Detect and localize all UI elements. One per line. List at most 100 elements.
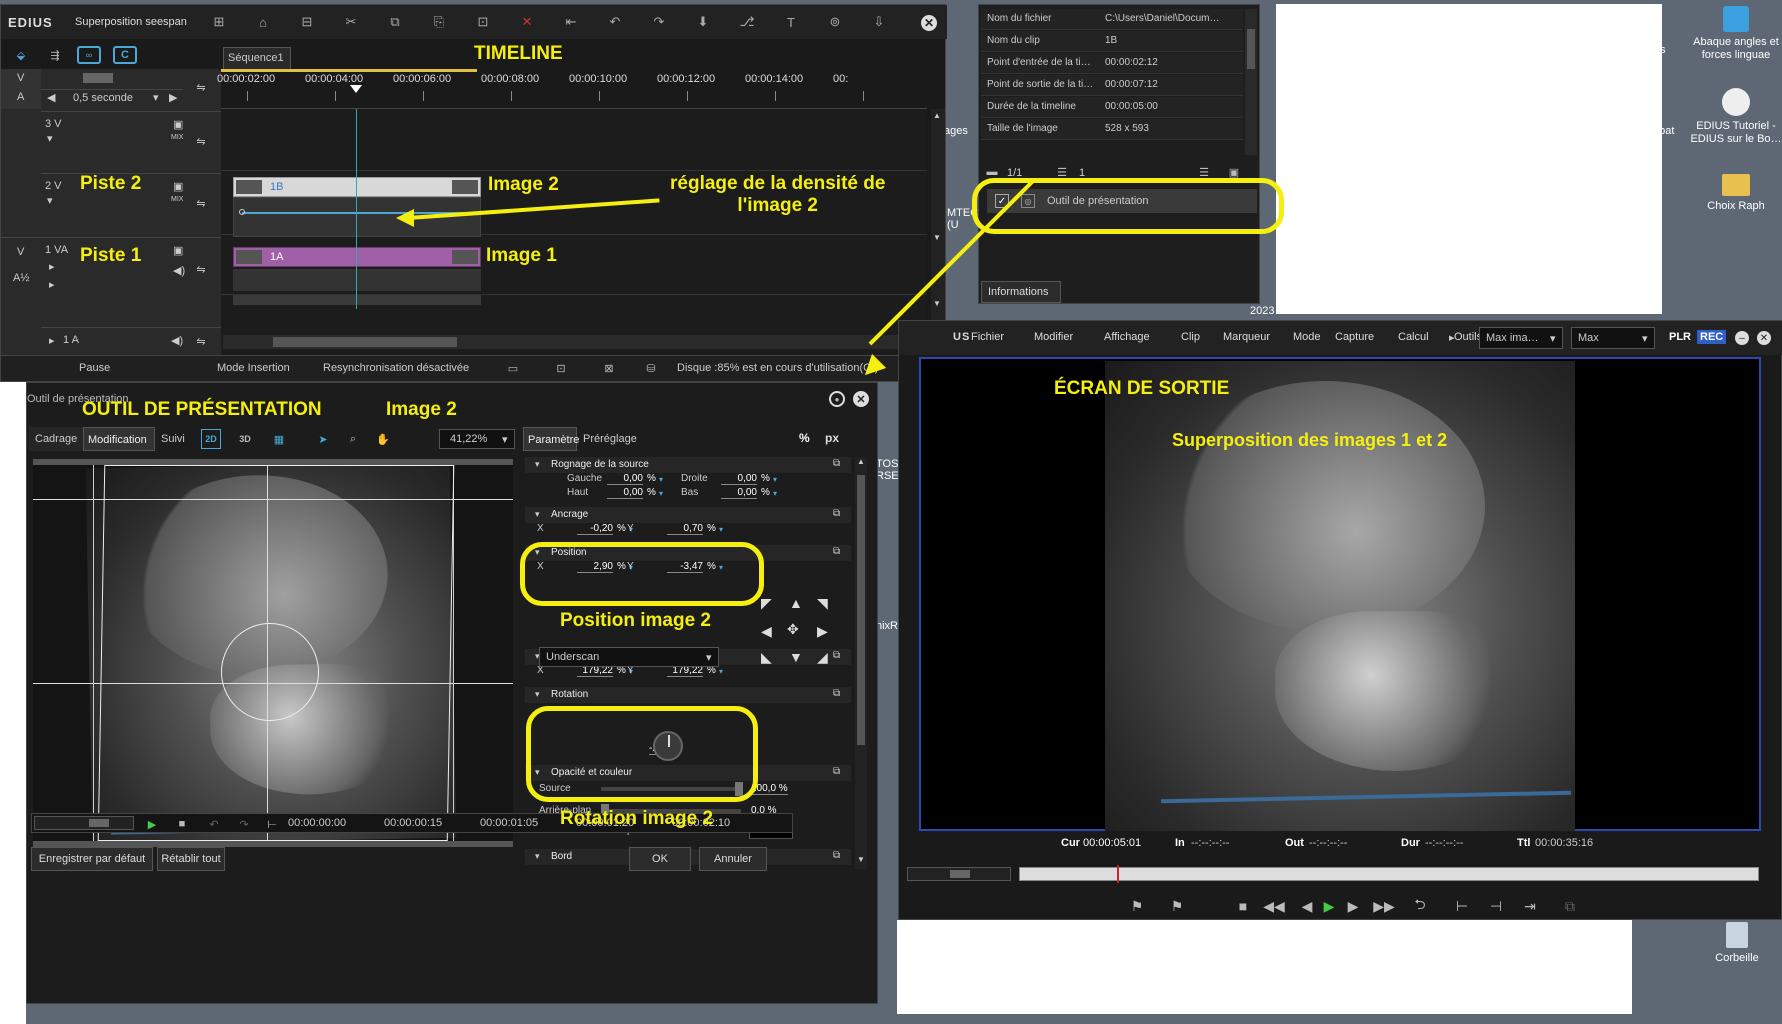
crop-top-field[interactable]: 0,00 bbox=[607, 487, 643, 499]
overwrite-icon[interactable]: ⊣ bbox=[1485, 897, 1507, 915]
anchor-x-field[interactable]: -0,20 bbox=[577, 523, 613, 535]
scrub-playhead[interactable] bbox=[1117, 865, 1119, 883]
nudge-left-icon[interactable]: ◀ bbox=[761, 623, 772, 640]
spin-icon[interactable]: ▾ bbox=[773, 475, 777, 484]
unit-percent-toggle[interactable]: % bbox=[799, 431, 810, 445]
list-icon[interactable]: ☰ bbox=[1055, 165, 1069, 179]
ok-button[interactable]: OK bbox=[629, 847, 691, 871]
nudge-up-icon[interactable]: ▲ bbox=[789, 595, 803, 611]
spin-icon[interactable]: ▾ bbox=[719, 525, 723, 534]
spin-icon[interactable]: ▾ bbox=[659, 489, 663, 498]
open-icon[interactable]: ⌂ bbox=[251, 13, 275, 31]
desktop-icon-corbeille[interactable]: Corbeille bbox=[1702, 922, 1772, 964]
track-header-1a[interactable]: ▸ 1 A ◀) ⇋ bbox=[41, 327, 221, 351]
stop-icon[interactable]: ■ bbox=[174, 816, 190, 832]
expand-icon[interactable]: ⧉ bbox=[833, 508, 840, 519]
menu-item-affichage[interactable]: Affichage bbox=[1104, 331, 1150, 343]
sync-icon[interactable]: ⇋ bbox=[189, 77, 213, 97]
center-icon[interactable]: ✥ bbox=[787, 621, 799, 638]
rewind-icon[interactable]: ◀◀ bbox=[1263, 897, 1285, 915]
tab-cadrage[interactable]: Cadrage bbox=[29, 427, 83, 451]
expand-icon[interactable]: ⧉ bbox=[833, 850, 840, 861]
plr-label[interactable]: PLR bbox=[1669, 331, 1691, 343]
zoom-control[interactable]: ◀ 0,5 seconde ▾ ▶ bbox=[41, 89, 183, 107]
tab-modification[interactable]: Modification bbox=[83, 427, 155, 451]
menu-item-clip[interactable]: Clip bbox=[1181, 331, 1200, 343]
mark-in-icon[interactable]: ⚑ bbox=[1127, 897, 1147, 915]
sequence-tab[interactable]: Séquence1 bbox=[223, 47, 291, 69]
fit-select[interactable]: Underscan ▾ bbox=[539, 647, 719, 667]
menu-item-marqueur[interactable]: Marqueur bbox=[1223, 331, 1270, 343]
nudge-down-icon[interactable]: ▼ bbox=[789, 649, 803, 665]
player-scrub-bar[interactable] bbox=[907, 865, 1773, 883]
desktop-icon-edius-tutoriel[interactable]: EDIUS Tutoriel - EDIUS sur le Bo… bbox=[1690, 88, 1782, 146]
stop-icon[interactable]: ■ bbox=[1233, 897, 1253, 915]
sync-icon[interactable]: ⇋ bbox=[189, 132, 213, 150]
step-forward-icon[interactable]: ▶ bbox=[1343, 897, 1363, 915]
step-back-icon[interactable]: ◀ bbox=[1297, 897, 1317, 915]
minimize-icon[interactable]: – bbox=[1735, 331, 1749, 345]
save-default-button[interactable]: Enregistrer par défaut bbox=[31, 847, 153, 871]
spin-icon[interactable]: ▾ bbox=[719, 667, 723, 676]
expand-icon[interactable]: ⧉ bbox=[833, 766, 840, 777]
play-icon[interactable]: ▶ bbox=[1319, 897, 1339, 915]
grid-icon[interactable]: ▦ bbox=[269, 429, 289, 449]
vertical-scrollbar[interactable]: ▲ ▼ ▼ bbox=[931, 109, 945, 329]
quality-select[interactable]: Max ima… ▾ bbox=[1479, 327, 1563, 349]
nudge-down-left-icon[interactable]: ◣ bbox=[761, 649, 772, 666]
render-icon[interactable]: ⬇ bbox=[691, 13, 715, 31]
keyframe-icon[interactable]: ⊢ bbox=[264, 816, 280, 832]
reset-all-button[interactable]: Rétablir tout bbox=[157, 847, 225, 871]
settings-icon[interactable]: ● bbox=[829, 391, 845, 407]
link-mode-icon[interactable]: ∞ bbox=[77, 46, 101, 64]
add-track-icon[interactable]: ⊞ bbox=[207, 13, 231, 31]
group-mode-icon[interactable]: C bbox=[113, 46, 137, 64]
anchor-y-field[interactable]: 0,70 bbox=[667, 523, 703, 535]
tab-preglage[interactable]: Préréglage bbox=[577, 427, 639, 451]
rec-label[interactable]: REC bbox=[1697, 330, 1727, 344]
sync-icon[interactable]: ⇋ bbox=[189, 194, 213, 212]
nudge-up-right-icon[interactable]: ◥ bbox=[817, 595, 828, 612]
expand-icon[interactable]: ⧉ bbox=[833, 458, 840, 469]
quality-select[interactable]: Max ▾ bbox=[1571, 327, 1655, 349]
nudge-right-icon[interactable]: ▶ bbox=[817, 623, 828, 640]
section-crop[interactable]: ▾ Rognage de la source ⧉ bbox=[525, 457, 851, 473]
playhead-marker[interactable] bbox=[350, 85, 362, 93]
crop-left-field[interactable]: 0,00 bbox=[607, 473, 643, 485]
capture-icon[interactable]: ⊚ bbox=[823, 13, 847, 31]
clip-1a[interactable]: 1A bbox=[233, 247, 481, 267]
paste-icon[interactable]: ⎘ bbox=[427, 13, 451, 31]
spin-icon[interactable]: ▾ bbox=[659, 475, 663, 484]
render-icon[interactable]: ⊠ bbox=[601, 361, 617, 375]
split-icon[interactable]: ⎇ bbox=[735, 13, 759, 31]
sync-icon[interactable]: ⇋ bbox=[189, 332, 213, 350]
crop-bottom-field[interactable]: 0,00 bbox=[721, 487, 757, 499]
ripple-icon[interactable]: ⇤ bbox=[559, 13, 583, 31]
close-icon[interactable]: ✕ bbox=[853, 391, 869, 407]
play-icon[interactable]: ▶ bbox=[144, 816, 160, 832]
menu-item-calcul[interactable]: Calcul bbox=[1398, 331, 1429, 343]
insert-icon[interactable]: ⊢ bbox=[1451, 897, 1473, 915]
replace-icon[interactable]: ⊡ bbox=[471, 13, 495, 31]
section-anchor[interactable]: ▾ Ancrage ⧉ bbox=[525, 507, 851, 523]
zoom-tool-icon[interactable]: ⌕ bbox=[343, 429, 363, 449]
hand-tool-icon[interactable]: ✋ bbox=[373, 429, 393, 449]
expand-icon[interactable]: ⧉ bbox=[833, 546, 840, 557]
delete-icon[interactable]: ▣ bbox=[1227, 165, 1241, 179]
mode-2d-button[interactable]: 2D bbox=[201, 429, 221, 449]
expand-icon[interactable]: ⧉ bbox=[833, 688, 840, 699]
spin-icon[interactable]: ▾ bbox=[773, 489, 777, 498]
close-icon[interactable]: ✕ bbox=[921, 15, 937, 31]
timeline-ruler[interactable]: 00:00:02:00 00:00:04:00 00:00:06:00 00:00:0… bbox=[217, 69, 927, 109]
mode-3d-button[interactable]: 3D bbox=[235, 429, 255, 449]
nudge-arrows[interactable]: ◤ ▲ ◥ ◀ ✥ ▶ ◣ ▼ ◢ bbox=[759, 595, 839, 675]
menu-item-fichier[interactable]: Fichier bbox=[971, 331, 1004, 343]
export-icon[interactable]: ⇩ bbox=[867, 13, 891, 31]
fast-forward-icon[interactable]: ▶▶ bbox=[1373, 897, 1395, 915]
cancel-button[interactable]: Annuler bbox=[699, 847, 767, 871]
select-tool-icon[interactable]: ➤ bbox=[313, 429, 333, 449]
delete-icon[interactable]: ✕ bbox=[515, 13, 539, 31]
track-tool-icon[interactable]: ⬙ bbox=[11, 47, 31, 63]
save-icon[interactable]: ⊟ bbox=[295, 13, 319, 31]
zoom-select[interactable]: 41,22% ▾ bbox=[439, 429, 515, 449]
